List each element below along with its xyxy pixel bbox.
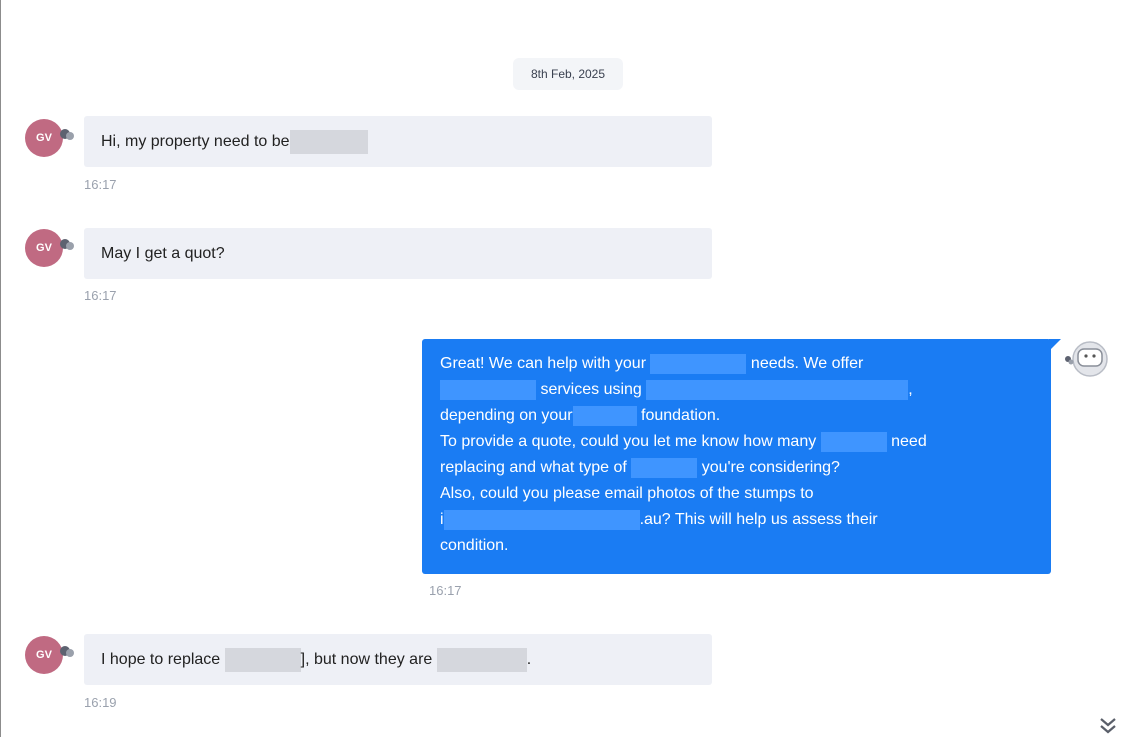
message-time: 16:19	[84, 695, 117, 710]
chat-bubble-icon	[60, 239, 74, 250]
message-text: .au? This will help us assess their	[639, 511, 878, 528]
message-line: condition.	[440, 537, 509, 554]
redacted-text	[443, 509, 640, 530]
bot-message-bubble: Great! We can help with your needs. We o…	[422, 339, 1061, 574]
message-text: .	[526, 651, 532, 668]
redacted-text	[224, 647, 301, 672]
avatar: GV	[25, 119, 63, 157]
bubble-tail	[1049, 339, 1061, 351]
message-text: depending on your	[440, 407, 573, 424]
message-text: Hi, my property need to be	[101, 133, 290, 150]
message-time: 16:17	[429, 583, 462, 598]
redacted-text	[631, 457, 698, 478]
message-time: 16:17	[84, 288, 117, 303]
message-time: 16:17	[84, 177, 117, 192]
message-bubble: May I get a quot?	[84, 228, 712, 279]
avatar-initials: GV	[36, 132, 52, 144]
message-bubble: Hi, my property need to be	[84, 116, 712, 167]
message-text: I hope to replace	[101, 651, 221, 668]
message-text: May I get a quot?	[101, 245, 225, 262]
message-text: ], but now they are	[300, 651, 433, 668]
redacted-text	[436, 647, 527, 672]
message-text: replacing and what type of	[440, 459, 627, 476]
avatar: GV	[25, 636, 63, 674]
redacted-text	[820, 431, 887, 452]
panel-border	[0, 0, 1, 737]
redacted-text	[646, 379, 909, 400]
message-text: needs. We offer	[746, 355, 864, 372]
message-line: services using ,	[440, 377, 1033, 403]
message-text: foundation.	[636, 407, 721, 424]
avatar-initials: GV	[36, 242, 52, 254]
redacted-text	[650, 353, 747, 374]
double-chevron-down-icon[interactable]	[1098, 716, 1118, 736]
date-separator: 8th Feb, 2025	[513, 58, 623, 90]
message-text: need	[886, 433, 927, 450]
chat-bubble-icon	[60, 129, 74, 140]
avatar-initials: GV	[36, 649, 52, 661]
message-bubble: I hope to replace ], but now they are .	[84, 634, 712, 685]
message-text: To provide a quote, could you let me kno…	[440, 433, 817, 450]
message-line: Great! We can help with your needs. We o…	[440, 351, 1033, 377]
chat-bubble-icon	[60, 646, 74, 657]
redacted-text	[289, 129, 368, 154]
bot-icon	[1065, 341, 1108, 377]
message-line: depending on your foundation.	[440, 403, 1033, 429]
message-line: Also, could you please email photos of t…	[440, 485, 814, 502]
redacted-text	[572, 405, 637, 426]
message-line: i .au? This will help us assess their	[440, 507, 1033, 533]
message-text: services using	[536, 381, 642, 398]
message-line: To provide a quote, could you let me kno…	[440, 429, 1033, 455]
message-text: Great! We can help with your	[440, 355, 647, 372]
avatar: GV	[25, 229, 63, 267]
message-text: you're considering?	[697, 459, 840, 476]
message-text: ,	[908, 381, 913, 398]
message-line: replacing and what type of you're consid…	[440, 455, 1033, 481]
redacted-text	[440, 379, 536, 400]
